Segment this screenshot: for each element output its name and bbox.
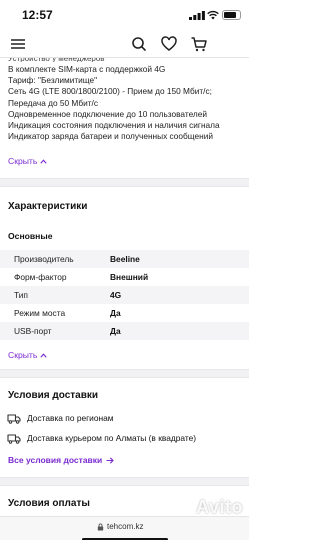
arrow-right-icon [106,457,115,464]
cart-icon[interactable] [190,35,208,53]
lock-icon [97,523,104,530]
chevron-up-icon [40,159,47,164]
section-divider [0,477,249,487]
delivery-list: Доставка по регионам Доставка курьером п… [0,408,249,448]
status-bar: 12:57 [0,0,249,30]
section-divider [0,178,249,188]
product-content: Устройство у менеджеров В комплекте SIM-… [0,56,249,512]
description-line: Одновременное подключение до 10 пользова… [8,108,207,119]
spec-value: Да [110,308,121,319]
menu-icon[interactable] [9,35,27,53]
spec-row: Тип 4G [0,286,249,305]
spec-key: USB-порт [14,326,52,337]
spec-value: 4G [110,290,122,301]
heart-icon[interactable] [160,35,178,53]
truck-icon [7,434,21,444]
specs-subtitle: Основные [8,231,53,242]
description-line: Передача до 50 Мбит/с [8,97,98,108]
search-icon[interactable] [130,35,148,53]
delivery-item: Доставка по регионам [0,408,249,428]
truck-icon [7,414,21,424]
avito-logo-icon [177,499,194,516]
delivery-item-label: Доставка курьером по Алматы (в квадрате) [27,433,197,444]
chevron-up-icon [40,353,47,358]
spec-row: USB-порт Да [0,322,249,341]
delivery-title: Условия доставки [8,390,99,402]
browser-bottom-bar: tehcom.kz [0,516,249,540]
signal-icon [189,11,205,20]
url-bar[interactable]: tehcom.kz [97,522,143,531]
product-description: Устройство у менеджеров В комплекте SIM-… [0,56,249,142]
spec-key: Режим моста [14,308,66,319]
description-line: Сеть 4G (LTE 800/1800/2100) - Прием до 1… [8,86,212,97]
url-text: tehcom.kz [107,522,144,531]
description-line: В комплекте SIM-карта с поддержкой 4G [8,64,166,74]
status-time: 12:57 [22,8,53,22]
app-header [0,30,249,58]
spec-row: Режим моста Да [0,304,249,322]
specs-table: Производитель Beeline Форм-фактор Внешни… [0,250,249,341]
spec-value: Beeline [110,254,140,265]
spec-row: Производитель Beeline [0,250,249,269]
spec-value: Да [110,326,121,337]
avito-watermark: Avito [176,497,243,518]
description-line: Индикатор заряда батареи и полученных со… [8,131,213,142]
spec-row: Форм-фактор Внешний [0,268,249,286]
all-delivery-terms-link[interactable]: Все условия доставки [0,454,249,466]
watermark-text: Avito [196,497,243,517]
delivery-item-label: Доставка по регионам [27,413,114,424]
description-line: Индикация состояния подключения и наличи… [8,120,220,131]
specs-collapse-label: Скрыть [8,350,38,361]
description-line: Тариф: "Безлимитище" [8,75,98,86]
specs-title: Характеристики [8,201,88,213]
spec-key: Производитель [14,254,74,265]
delivery-item: Доставка курьером по Алматы (в квадрате) [0,428,249,448]
description-collapse-label: Скрыть [8,156,38,167]
spec-key: Форм-фактор [14,272,67,283]
all-delivery-terms-label: Все условия доставки [8,455,103,466]
battery-icon [222,10,241,20]
specs-collapse-link[interactable]: Скрыть [0,349,249,361]
description-collapse-link[interactable]: Скрыть [0,155,249,167]
section-divider [0,369,249,379]
wifi-icon [207,10,219,20]
spec-value: Внешний [110,272,149,283]
spec-key: Тип [14,290,28,301]
